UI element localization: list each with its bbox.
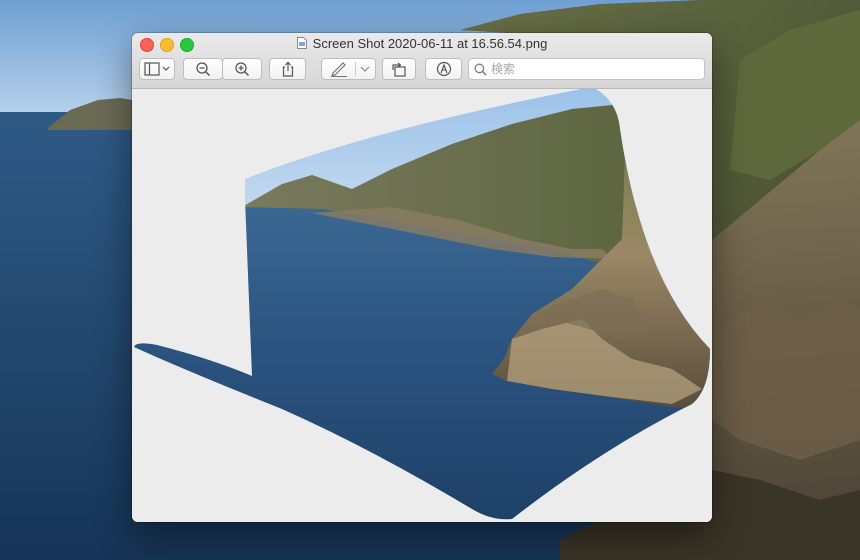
window-title-area: Screen Shot 2020-06-11 at 16.56.54.png: [132, 36, 712, 51]
zoom-in-button[interactable]: [222, 58, 262, 80]
rotate-button[interactable]: [382, 58, 416, 80]
search-icon: [474, 63, 487, 76]
window-title: Screen Shot 2020-06-11 at 16.56.54.png: [312, 36, 548, 51]
zoom-out-button[interactable]: [183, 58, 223, 80]
rotate-icon: [392, 62, 406, 77]
sidebar-icon: [144, 62, 170, 76]
zoom-out-icon: [196, 62, 211, 77]
pen-icon: [331, 62, 347, 77]
search-input[interactable]: [491, 62, 691, 76]
distorted-photo: [134, 89, 710, 520]
markup-button[interactable]: [425, 58, 462, 80]
image-canvas[interactable]: [132, 89, 712, 522]
button-divider: [355, 62, 356, 76]
preview-window: Screen Shot 2020-06-11 at 16.56.54.png: [132, 33, 712, 522]
title-bar[interactable]: Screen Shot 2020-06-11 at 16.56.54.png: [132, 33, 712, 89]
share-icon: [282, 61, 293, 77]
document-icon: [296, 37, 307, 49]
sidebar-button[interactable]: [139, 58, 175, 80]
zoom-in-icon: [235, 62, 250, 77]
search-field[interactable]: [468, 58, 705, 80]
share-button[interactable]: [269, 58, 306, 80]
chevron-down-icon[interactable]: [360, 66, 370, 72]
markup-icon: [436, 61, 451, 77]
markup-toolbar-button[interactable]: [321, 58, 376, 80]
